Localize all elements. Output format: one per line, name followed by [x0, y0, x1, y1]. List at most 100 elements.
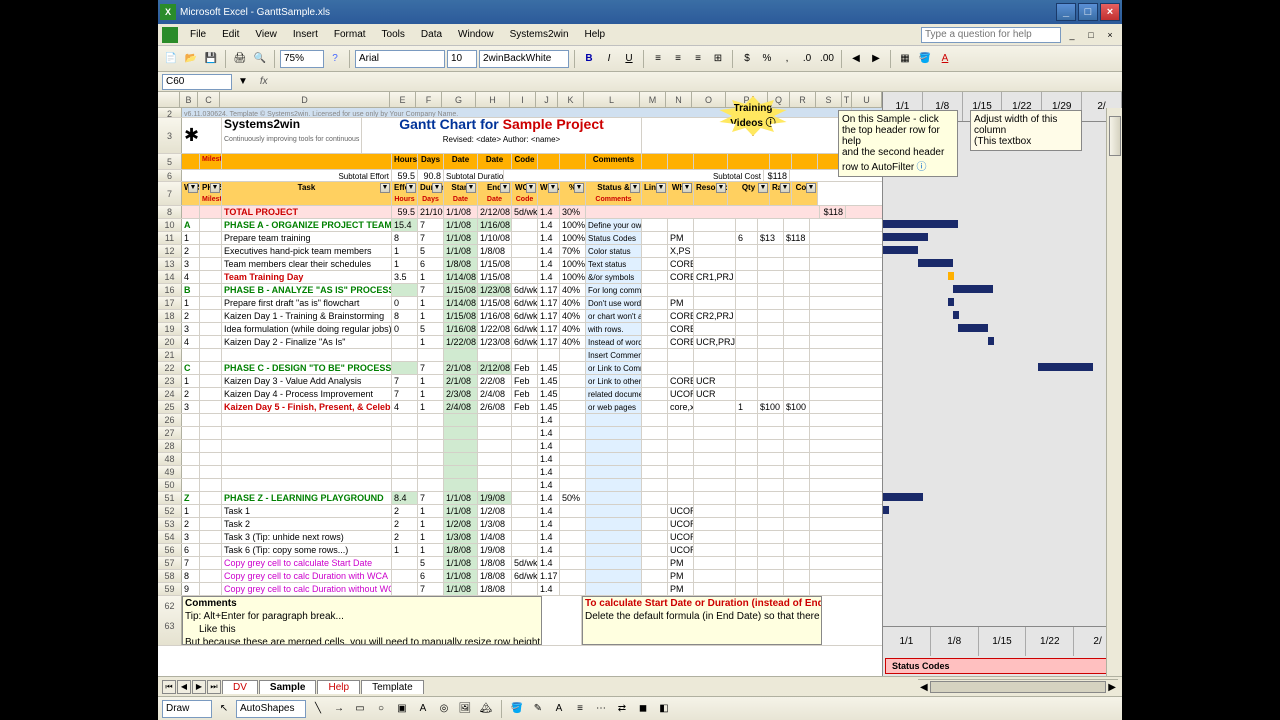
- borders-icon[interactable]: ▦: [896, 50, 914, 68]
- table-row[interactable]: 577Copy grey cell to calculate Start Dat…: [158, 557, 882, 570]
- tab-last-button[interactable]: ⏭: [207, 680, 221, 694]
- tab-help[interactable]: Help: [317, 680, 360, 694]
- table-row[interactable]: 501.4: [158, 479, 882, 492]
- vertical-scrollbar[interactable]: [1106, 108, 1122, 676]
- table-row[interactable]: 491.4: [158, 466, 882, 479]
- col-H[interactable]: H: [476, 92, 510, 107]
- autoshapes-menu[interactable]: AutoShapes: [236, 700, 306, 718]
- textbox-icon[interactable]: ▣: [393, 700, 411, 718]
- horizontal-scrollbar[interactable]: ◀▶: [918, 679, 1118, 695]
- table-row[interactable]: 242Kaizen Day 4 - Process Improvement712…: [158, 388, 882, 401]
- draw-menu[interactable]: Draw: [162, 700, 212, 718]
- table-row[interactable]: 253Kaizen Day 5 - Finish, Present, & Cel…: [158, 401, 882, 414]
- help-search-input[interactable]: [921, 27, 1061, 43]
- filter-dropdown[interactable]: ▼: [656, 183, 666, 193]
- filter-dropdown[interactable]: ▼: [806, 183, 816, 193]
- shadow-icon[interactable]: ◼: [634, 700, 652, 718]
- line-color-icon[interactable]: ✎: [529, 700, 547, 718]
- save-icon[interactable]: 💾: [202, 50, 220, 68]
- doc-restore-button[interactable]: □: [1083, 28, 1099, 42]
- fill-color-icon-2[interactable]: 🪣: [508, 700, 526, 718]
- inc-decimal-icon[interactable]: .0: [798, 50, 816, 68]
- filter-dropdown[interactable]: ▼: [406, 183, 416, 193]
- filter-dropdown[interactable]: ▼: [188, 183, 198, 193]
- col-M[interactable]: M: [640, 92, 666, 107]
- font-color-icon-2[interactable]: A: [550, 700, 568, 718]
- diagram-icon[interactable]: ◎: [435, 700, 453, 718]
- col-D[interactable]: D: [220, 92, 390, 107]
- col-K[interactable]: K: [558, 92, 584, 107]
- col-E[interactable]: E: [390, 92, 416, 107]
- table-row[interactable]: 21Insert Comment: [158, 349, 882, 362]
- col-F[interactable]: F: [416, 92, 442, 107]
- tab-template[interactable]: Template: [361, 680, 424, 694]
- table-row[interactable]: 543Task 3 (Tip: unhide next rows)211/3/0…: [158, 531, 882, 544]
- tab-sample[interactable]: Sample: [259, 680, 317, 694]
- font-select[interactable]: Arial: [355, 50, 445, 68]
- align-center-icon[interactable]: ≡: [669, 50, 687, 68]
- filter-dropdown[interactable]: ▼: [548, 183, 558, 193]
- menu-data[interactable]: Data: [413, 27, 450, 42]
- grid[interactable]: 2v6.11.030624. Template © Systems2win. L…: [158, 108, 882, 676]
- filter-dropdown[interactable]: ▼: [758, 183, 768, 193]
- col-I[interactable]: I: [510, 92, 536, 107]
- dash-style-icon[interactable]: ⋯: [592, 700, 610, 718]
- menu-tools[interactable]: Tools: [374, 27, 413, 42]
- percent-icon[interactable]: %: [758, 50, 776, 68]
- clipart-icon[interactable]: 🖼: [456, 700, 474, 718]
- underline-icon[interactable]: U: [620, 50, 638, 68]
- table-row[interactable]: 111Prepare team training871/1/081/10/081…: [158, 232, 882, 245]
- col-U[interactable]: U: [852, 92, 882, 107]
- filter-dropdown[interactable]: ▼: [432, 183, 442, 193]
- picture-icon[interactable]: 🏔: [477, 700, 495, 718]
- table-row[interactable]: 481.4: [158, 453, 882, 466]
- menu-view[interactable]: View: [247, 27, 285, 42]
- table-row[interactable]: 22CPHASE C - DESIGN "TO BE" PROCESS72/1/…: [158, 362, 882, 375]
- tab-next-button[interactable]: ▶: [192, 680, 206, 694]
- menu-insert[interactable]: Insert: [285, 27, 326, 42]
- fontsize-select[interactable]: 10: [447, 50, 477, 68]
- doc-minimize-button[interactable]: _: [1064, 28, 1080, 42]
- print-icon[interactable]: 🖨: [231, 50, 249, 68]
- maximize-button[interactable]: □: [1078, 3, 1098, 21]
- table-row[interactable]: 133Team members clear their schedules161…: [158, 258, 882, 271]
- font-color-icon[interactable]: A: [936, 50, 954, 68]
- col-C[interactable]: C: [198, 92, 220, 107]
- table-row[interactable]: 588Copy grey cell to calc Duration with …: [158, 570, 882, 583]
- table-row[interactable]: 231Kaizen Day 3 - Value Add Analysis712/…: [158, 375, 882, 388]
- currency-icon[interactable]: $: [738, 50, 756, 68]
- col-R[interactable]: R: [790, 92, 816, 107]
- tab-first-button[interactable]: ⏮: [162, 680, 176, 694]
- table-row[interactable]: 122Executives hand-pick team members151/…: [158, 245, 882, 258]
- col-B[interactable]: B: [180, 92, 198, 107]
- style-select[interactable]: 2winBackWhite: [479, 50, 569, 68]
- doc-close-button[interactable]: ×: [1102, 28, 1118, 42]
- tab-prev-button[interactable]: ◀: [177, 680, 191, 694]
- filter-dropdown[interactable]: ▼: [574, 183, 584, 193]
- fill-color-icon[interactable]: 🪣: [916, 50, 934, 68]
- align-left-icon[interactable]: ≡: [649, 50, 667, 68]
- select-all-button[interactable]: [158, 92, 180, 107]
- menu-file[interactable]: File: [182, 27, 214, 42]
- help-icon[interactable]: ?: [326, 50, 344, 68]
- filter-dropdown[interactable]: ▼: [780, 183, 790, 193]
- bold-icon[interactable]: B: [580, 50, 598, 68]
- table-row[interactable]: 204Kaizen Day 2 - Finalize "As Is"11/22/…: [158, 336, 882, 349]
- menu-window[interactable]: Window: [450, 27, 502, 42]
- col-J[interactable]: J: [536, 92, 558, 107]
- dec-indent-icon[interactable]: ◀: [847, 50, 865, 68]
- filter-dropdown[interactable]: ▼: [630, 183, 640, 193]
- comma-icon[interactable]: ,: [778, 50, 796, 68]
- filter-dropdown[interactable]: ▼: [210, 183, 220, 193]
- wordart-icon[interactable]: A: [414, 700, 432, 718]
- table-row[interactable]: 261.4: [158, 414, 882, 427]
- table-row[interactable]: 10APHASE A - ORGANIZE PROJECT TEAM15.471…: [158, 219, 882, 232]
- oval-icon[interactable]: ○: [372, 700, 390, 718]
- col-G[interactable]: G: [442, 92, 476, 107]
- menu-format[interactable]: Format: [326, 27, 374, 42]
- table-row[interactable]: 171Prepare first draft "as is" flowchart…: [158, 297, 882, 310]
- col-N[interactable]: N: [666, 92, 692, 107]
- menu-systems2win[interactable]: Systems2win: [502, 27, 577, 42]
- new-icon[interactable]: 📄: [162, 50, 180, 68]
- filter-dropdown[interactable]: ▼: [500, 183, 510, 193]
